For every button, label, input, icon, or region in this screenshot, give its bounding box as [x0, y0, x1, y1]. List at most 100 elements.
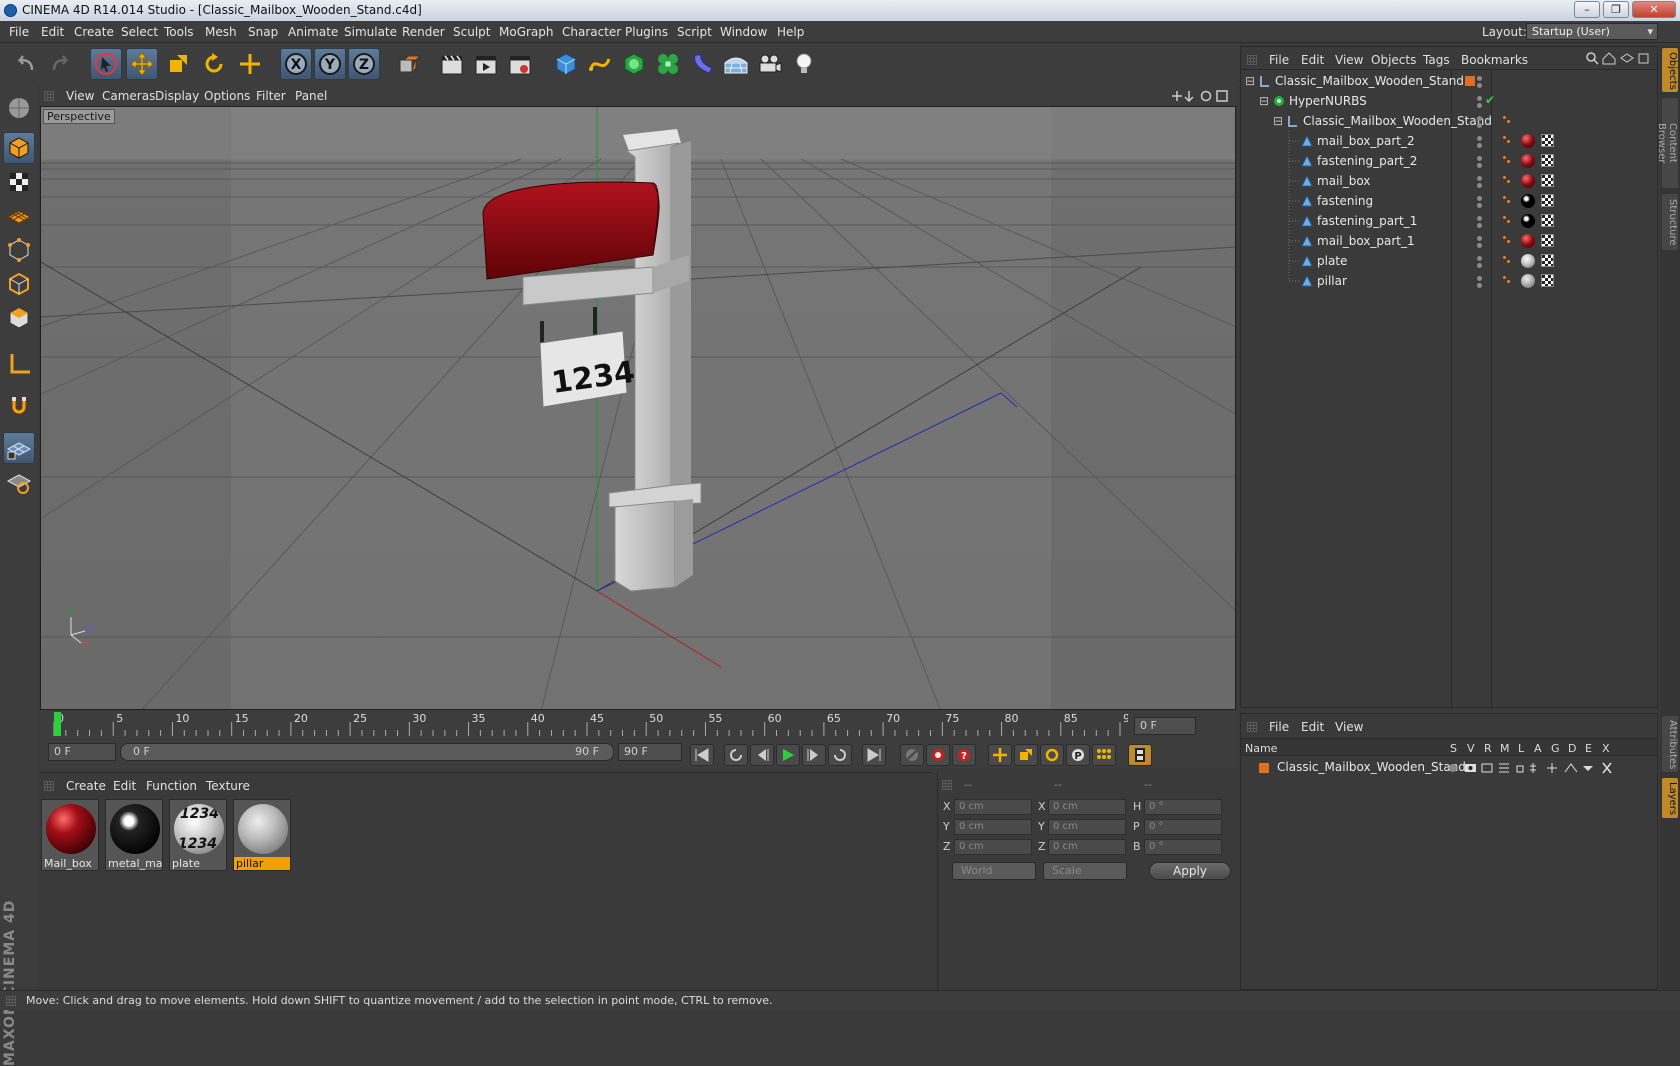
add-deformer-button[interactable] [686, 48, 718, 80]
material-menu-create[interactable]: Create [66, 779, 106, 793]
render-view-button[interactable] [436, 48, 468, 80]
objects-menu-view[interactable]: View [1335, 53, 1363, 67]
panel-grip[interactable] [1247, 722, 1257, 732]
menu-window[interactable]: Window [720, 25, 767, 39]
layer-col-expressions[interactable]: E [1585, 742, 1592, 755]
layers-menu-edit[interactable]: Edit [1301, 720, 1324, 734]
next-frame-button[interactable] [802, 744, 826, 766]
key-pla-button[interactable] [1092, 744, 1116, 766]
layer-col-deformers[interactable]: D [1568, 742, 1576, 755]
uvw-tag-icon[interactable] [1541, 154, 1554, 167]
menu-help[interactable]: Help [777, 25, 804, 39]
layers-menu-view[interactable]: View [1335, 720, 1363, 734]
workplane-mode-button[interactable] [3, 200, 35, 232]
autokeying-button[interactable] [926, 744, 950, 766]
material-plate[interactable]: 1234 1234 plate [169, 799, 227, 871]
add-spline-button[interactable] [584, 48, 616, 80]
material-tag-icon[interactable] [1521, 254, 1535, 268]
material-mail-box[interactable]: Mail_box [41, 799, 99, 871]
material-tag-icon[interactable] [1521, 174, 1535, 188]
go-to-end-button[interactable] [862, 744, 886, 766]
size-x-field[interactable]: 0 cm [1048, 799, 1126, 815]
menu-script[interactable]: Script [677, 25, 712, 39]
texture-mode-button[interactable] [3, 166, 35, 198]
render-picture-viewer-button[interactable] [470, 48, 502, 80]
material-menu-function[interactable]: Function [146, 779, 197, 793]
add-light-button[interactable] [788, 48, 820, 80]
enable-axis-button[interactable] [3, 348, 35, 380]
snap-button[interactable] [3, 432, 35, 464]
menu-tools[interactable]: Tools [164, 25, 194, 39]
layer-col-generators[interactable]: G [1551, 742, 1560, 755]
frame-range-slider[interactable]: 0 F 90 F [120, 743, 614, 761]
layer-col-locked[interactable]: L [1518, 742, 1524, 755]
layout-select[interactable]: Startup (User) [1526, 23, 1658, 40]
size-y-field[interactable]: 0 cm [1048, 819, 1126, 835]
viewport-menu-cameras[interactable]: Cameras [102, 89, 155, 103]
menu-sculpt[interactable]: Sculpt [453, 25, 490, 39]
material-pillar[interactable]: pillar [233, 799, 291, 871]
position-y-field[interactable]: 0 cm [954, 819, 1032, 835]
object-row[interactable]: ⊟ HyperNURBS ✔ [1241, 91, 1657, 111]
material-tag-icon[interactable] [1521, 194, 1535, 208]
uvw-tag-icon[interactable] [1541, 274, 1554, 287]
menu-plugins[interactable]: Plugins [625, 25, 668, 39]
object-row[interactable]: ⊟ Classic_Mailbox_Wooden_Stand [1241, 111, 1657, 131]
material-menu-edit[interactable]: Edit [113, 779, 136, 793]
objects-menu-tags[interactable]: Tags [1423, 53, 1450, 67]
menu-edit[interactable]: Edit [41, 25, 64, 39]
position-z-field[interactable]: 0 cm [954, 839, 1032, 855]
add-environment-button[interactable] [720, 48, 752, 80]
viewport-menu-display[interactable]: Display [155, 89, 199, 103]
panel-grip[interactable] [44, 781, 54, 791]
key-parameter-button[interactable]: P [1066, 744, 1090, 766]
material-tag-icon[interactable] [1521, 274, 1535, 288]
tab-content-browser[interactable]: Content Browser [1656, 98, 1678, 188]
menu-simulate[interactable]: Simulate [344, 25, 397, 39]
size-z-field[interactable]: 0 cm [1048, 839, 1126, 855]
scale-dropdown[interactable]: Scale [1043, 862, 1127, 880]
solo-toggle-icon[interactable] [1449, 764, 1457, 772]
position-x-field[interactable]: 0 cm [954, 799, 1032, 815]
z-axis-lock-button[interactable]: Z [348, 48, 380, 80]
undo-button[interactable] [10, 48, 42, 80]
previous-key-button[interactable] [724, 744, 748, 766]
uvw-tag-icon[interactable] [1541, 214, 1554, 227]
rotate-tool-button[interactable] [198, 48, 230, 80]
layers-menu-file[interactable]: File [1269, 720, 1289, 734]
close-button[interactable]: ✕ [1632, 1, 1676, 18]
end-frame-field[interactable]: 90 F [618, 743, 682, 761]
panel-grip[interactable] [44, 91, 54, 101]
add-mograph-button[interactable] [652, 48, 684, 80]
maximize-button[interactable]: ❐ [1603, 1, 1629, 18]
next-key-button[interactable] [828, 744, 852, 766]
layer-toggle-icons[interactable] [1465, 762, 1625, 774]
objects-menu-file[interactable]: File [1269, 53, 1289, 67]
objects-toolbar-icons[interactable] [1585, 51, 1659, 65]
tab-attributes[interactable]: Attributes [1662, 716, 1678, 772]
timeline-window-button[interactable] [1128, 744, 1152, 766]
y-axis-lock-button[interactable]: Y [314, 48, 346, 80]
menu-render[interactable]: Render [402, 25, 445, 39]
add-generator-button[interactable] [618, 48, 650, 80]
layer-col-solo[interactable]: S [1450, 742, 1457, 755]
objects-menu-objects[interactable]: Objects [1371, 53, 1416, 67]
x-axis-lock-button[interactable]: X [280, 48, 312, 80]
menu-select[interactable]: Select [121, 25, 158, 39]
locked-workplane-button[interactable] [3, 466, 35, 498]
viewport-menu-view[interactable]: View [66, 89, 94, 103]
tab-layers[interactable]: Layers [1662, 778, 1678, 818]
rotation-p-field[interactable]: 0 ° [1144, 819, 1222, 835]
polygons-mode-button[interactable] [3, 302, 35, 334]
points-mode-button[interactable] [3, 234, 35, 266]
uvw-tag-icon[interactable] [1541, 134, 1554, 147]
layer-col-animation[interactable]: A [1534, 742, 1542, 755]
viewport-nav-icons[interactable] [1170, 89, 1234, 103]
world-dropdown[interactable]: World [952, 862, 1036, 880]
record-keys-button[interactable] [900, 744, 924, 766]
menu-mograph[interactable]: MoGraph [499, 25, 554, 39]
current-frame-field[interactable]: 0 F [1134, 717, 1196, 735]
rotation-h-field[interactable]: 0 ° [1144, 799, 1222, 815]
play-button[interactable] [776, 744, 800, 766]
layer-color-swatch[interactable] [1259, 763, 1269, 773]
